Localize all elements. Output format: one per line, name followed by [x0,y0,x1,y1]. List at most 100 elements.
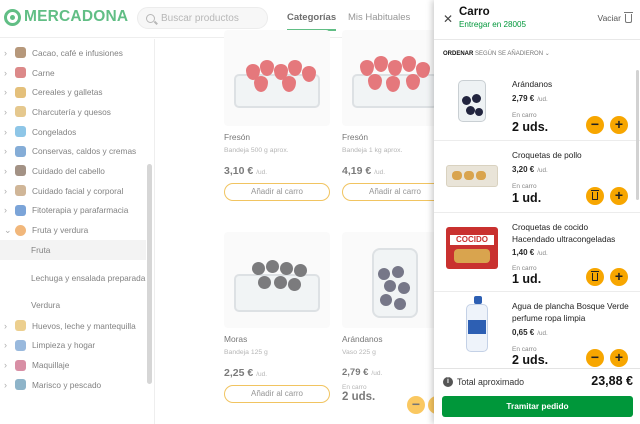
sidebar-subitem-lechuga[interactable]: Lechuga y ensalada preparada [0,260,154,294]
product-thumbnail [444,147,500,203]
product-card[interactable]: Fresón Bandeja 500 g aprox. 3,10 €/ud. A… [224,30,330,201]
in-cart-label: En carro [512,346,537,353]
sidebar-item-fitoterapia[interactable]: › Fitoterapia y parafarmacia [0,201,154,221]
add-to-cart-button[interactable]: Añadir al carro [342,183,448,201]
product-price: 2,25 €/ud. [224,367,268,379]
cart-item-price: 0,65 €/ud. [512,328,548,337]
empty-cart-button[interactable]: Vaciar [598,11,633,23]
cart-item-name: Croquetas de cocido Hacendado ultraconge… [512,222,616,244]
coffee-icon [15,47,26,59]
sidebar-item-congelados[interactable]: › Congelados [0,122,154,142]
decrease-quantity-button[interactable]: − [407,396,425,414]
chevron-right-icon: › [4,106,7,117]
category-sidebar: › Cacao, café e infusiones › Carne › Cereal… [0,39,155,424]
cart-item-quantity: 2 uds. [512,353,549,367]
cart-item-price: 3,20 €/ud. [512,165,548,174]
sidebar-item-limpieza[interactable]: › Limpieza y hogar [0,336,154,356]
sidebar-subitem-fruta[interactable]: Fruta [0,239,146,260]
chevron-down-icon: ⌄ [544,51,550,57]
increase-quantity-button[interactable]: + [610,116,628,134]
sidebar-subitem-verdura[interactable]: Verdura [0,294,154,316]
cheese-icon [15,106,26,118]
sidebar-item-carne[interactable]: › Carne [0,63,154,83]
product-price: 2,79 €/ud. [342,367,383,378]
tab-categorias[interactable]: Categorías [287,12,337,31]
add-to-cart-button[interactable]: Añadir al carro [224,385,330,403]
in-cart-label: En carro [512,265,537,272]
sidebar-item-cabello[interactable]: › Cuidado del cabello [0,161,154,181]
cart-scrollbar[interactable] [636,70,639,200]
sort-dropdown[interactable]: ORDENAR SEGÚN SE AÑADIERON ⌄ [443,50,550,57]
increase-quantity-button[interactable]: + [610,187,628,205]
cart-item-quantity: 2 uds. [512,120,549,134]
egg-icon [15,320,26,332]
chevron-right-icon: › [4,87,7,98]
cart-item-price: 1,40 €/ud. [512,248,548,257]
sidebar-scrollbar[interactable] [147,164,152,384]
product-card[interactable]: Arándanos Vaso 225 g 2,79 €/ud. En carro… [342,232,448,403]
in-cart-label: En carro [342,384,367,391]
product-thumbnail [444,296,500,352]
chevron-down-icon: ⌄ [4,224,12,235]
sidebar-item-maquillaje[interactable]: › Maquillaje [0,355,154,375]
cleaning-icon [15,339,26,351]
sidebar-item-charcuteria[interactable]: › Charcutería y quesos [0,102,154,122]
decrease-quantity-button[interactable]: − [586,116,604,134]
chevron-right-icon: › [4,185,7,196]
logo-mark-icon [4,8,21,26]
search-input[interactable]: Buscar productos [137,7,268,29]
sidebar-item-fruta-verdura[interactable]: ⌄ Fruta y verdura [0,220,154,240]
cart-panel: ✕ Carro Entregar en 28005 Vaciar ORDENAR… [434,0,640,424]
close-icon[interactable]: ✕ [443,12,453,26]
decrease-quantity-button[interactable]: − [586,349,604,367]
chevron-right-icon: › [4,165,7,176]
in-cart-label: En carro [512,112,537,119]
product-image [342,30,448,126]
sidebar-item-facial[interactable]: › Cuidado facial y corporal [0,181,154,201]
chevron-right-icon: › [4,146,7,157]
sidebar-item-conservas[interactable]: › Conservas, caldos y cremas [0,141,154,161]
remove-item-button[interactable] [586,187,604,205]
fish-icon [15,379,26,391]
in-cart-label: En carro [512,183,537,190]
logo-text: MERCADONA [24,8,129,25]
remove-item-button[interactable] [586,268,604,286]
delivery-postcode[interactable]: Entregar en 28005 [459,20,526,29]
product-thumbnail [444,74,500,130]
product-price: 4,19 €/ud. [342,165,386,177]
sidebar-item-huevos[interactable]: › Huevos, leche y mantequilla [0,316,154,336]
cart-item: Agua de plancha Bosque Verde perfume rop… [434,292,640,372]
sidebar-item-cereales[interactable]: › Cereales y galletas [0,82,154,102]
lotion-icon [15,185,26,197]
info-icon[interactable]: i [443,377,453,387]
product-name: Fresón [224,132,251,142]
chevron-right-icon: › [4,126,7,137]
product-size: Vaso 225 g [342,349,376,356]
snowflake-icon [15,126,26,138]
product-image [342,232,448,328]
cross-icon [15,204,26,216]
add-to-cart-button[interactable]: Añadir al carro [224,183,330,201]
product-card[interactable]: Fresón Bandeja 1 kg aprox. 4,19 €/ud. Añ… [342,30,448,201]
chevron-right-icon: › [4,205,7,216]
increase-quantity-button[interactable]: + [610,268,628,286]
chevron-right-icon: › [4,340,7,351]
trash-icon [591,190,599,200]
sidebar-item-cacao[interactable]: › Cacao, café e infusiones [0,43,154,63]
search-icon [146,13,155,23]
cart-header: ✕ Carro Entregar en 28005 Vaciar [434,0,640,40]
product-card[interactable]: Moras Bandeja 125 g 2,25 €/ud. Añadir al… [224,232,330,403]
product-name: Fresón [342,132,369,142]
cart-item-name: Agua de plancha Bosque Verde perfume rop… [512,301,629,323]
tab-mis-habituales[interactable]: Mis Habituales [348,12,410,23]
chevron-right-icon: › [4,320,7,331]
package-label: COCIDO [450,235,494,245]
mercadona-logo[interactable]: MERCADONA [4,8,128,26]
product-image [224,232,330,328]
cart-footer: i Total aproximado 23,88 € Tramitar pedi… [434,368,640,424]
sidebar-item-marisco[interactable]: › Marisco y pescado [0,375,154,395]
product-name: Moras [224,334,248,344]
shampoo-icon [15,165,26,177]
checkout-button[interactable]: Tramitar pedido [442,396,633,417]
increase-quantity-button[interactable]: + [610,349,628,367]
